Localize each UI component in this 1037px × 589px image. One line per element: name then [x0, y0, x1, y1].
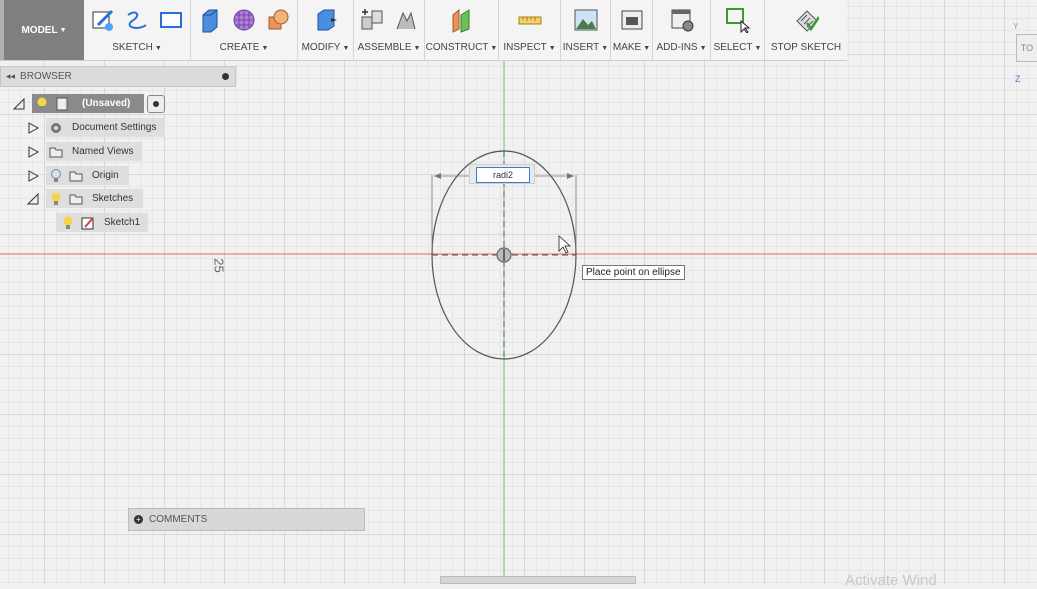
assemble-group[interactable]: ASSEMBLE ▼ — [354, 0, 425, 60]
activate-radio-icon[interactable] — [147, 94, 166, 113]
lightbulb-icon[interactable] — [48, 191, 64, 207]
insert-image-icon[interactable] — [572, 6, 600, 34]
workspace-mode-button[interactable]: MODEL ▼ — [0, 0, 84, 60]
browser-item-sketch1[interactable]: Sketch1 — [56, 213, 149, 232]
insert-group[interactable]: INSERT ▼ — [561, 0, 611, 60]
document-icon — [54, 96, 70, 112]
assemble-label: ASSEMBLE — [357, 42, 412, 53]
rectangle-icon[interactable] — [157, 6, 185, 34]
dimension-arrow-right — [567, 173, 574, 179]
viewcube[interactable]: Y TO Z — [1013, 22, 1037, 84]
stop-sketch-label: STOP SKETCH — [770, 42, 842, 53]
comments-label: COMMENTS — [149, 514, 208, 525]
mode-label: MODEL — [21, 24, 58, 36]
spline-icon[interactable] — [123, 6, 151, 34]
sketch-icon — [80, 215, 96, 231]
sketch-canvas[interactable]: 25 — [0, 0, 1037, 584]
insert-label: INSERT — [562, 42, 600, 53]
document-settings-label: Document Settings — [72, 122, 157, 133]
browser-header[interactable]: ◂◂ BROWSER — [0, 66, 236, 87]
combine-icon[interactable] — [264, 6, 292, 34]
toolbar: MODEL ▼ SKETCH ▼ CREATE ▼ MODIFY ▼ ASSEMBLE ▼ — [0, 0, 847, 61]
named-views-label: Named Views — [72, 146, 134, 157]
select-label: SELECT — [713, 42, 753, 53]
navigation-bar[interactable] — [440, 576, 636, 584]
scripts-icon[interactable] — [668, 6, 696, 34]
viewcube-top-face[interactable]: TO — [1016, 34, 1037, 62]
gear-icon — [48, 120, 64, 136]
folder-icon — [68, 168, 84, 184]
tooltip: Place point on ellipse — [582, 265, 685, 280]
origin-label: Origin — [92, 170, 119, 181]
sketch-label: SKETCH — [112, 42, 153, 53]
press-pull-icon[interactable] — [312, 6, 340, 34]
construct-group[interactable]: CONSTRUCT ▼ — [425, 0, 499, 60]
stop-sketch-icon[interactable] — [792, 6, 820, 34]
make-label: MAKE — [612, 42, 642, 53]
folder-icon — [48, 144, 64, 160]
modify-label: MODIFY — [301, 42, 341, 53]
create-label: CREATE — [219, 42, 260, 53]
z-axis-indicator: Z — [1015, 74, 1021, 84]
sketches-label: Sketches — [92, 193, 134, 204]
browser-item-root[interactable]: (Unsaved) — [12, 94, 166, 113]
dimension-input[interactable]: radi2 — [476, 167, 530, 183]
browser-item-sketches[interactable]: Sketches — [26, 189, 144, 208]
browser-item-origin[interactable]: Origin — [26, 166, 129, 185]
expand-triangle-icon[interactable] — [26, 145, 40, 159]
lightbulb-icon[interactable] — [48, 168, 64, 184]
root-label: (Unsaved) — [82, 98, 131, 109]
inspect-label: INSPECT — [503, 42, 547, 53]
stop-sketch-group[interactable]: STOP SKETCH — [765, 0, 847, 60]
expand-triangle-icon[interactable] — [12, 97, 26, 111]
offset-plane-icon[interactable] — [448, 6, 476, 34]
y-axis-indicator: Y — [1013, 22, 1019, 31]
make-group[interactable]: MAKE ▼ — [611, 0, 653, 60]
sphere-grid-icon[interactable] — [230, 6, 258, 34]
mouse-cursor-icon — [558, 235, 572, 254]
sketch-geometry[interactable] — [0, 0, 1037, 584]
comments-panel[interactable]: + COMMENTS — [128, 508, 365, 531]
browser-title: BROWSER — [20, 71, 72, 82]
expand-triangle-icon[interactable] — [26, 169, 40, 183]
browser-item-document-settings[interactable]: Document Settings — [26, 118, 165, 137]
add-ins-label: ADD-INS — [656, 42, 698, 53]
extrude-box-icon[interactable] — [196, 6, 224, 34]
sketch1-label: Sketch1 — [104, 217, 141, 228]
construct-label: CONSTRUCT — [425, 42, 489, 53]
modify-group[interactable]: MODIFY ▼ — [298, 0, 354, 60]
create-sketch-icon[interactable] — [89, 6, 117, 34]
dimension-arrow-left — [434, 173, 441, 179]
measure-icon[interactable] — [516, 6, 544, 34]
expand-triangle-icon[interactable] — [26, 121, 40, 135]
browser-item-named-views[interactable]: Named Views — [26, 142, 142, 161]
add-comment-icon[interactable]: + — [134, 515, 143, 524]
add-ins-group[interactable]: ADD-INS ▼ — [653, 0, 711, 60]
select-group[interactable]: SELECT ▼ — [711, 0, 765, 60]
new-component-icon[interactable] — [358, 6, 386, 34]
axis-label: 25 — [211, 258, 227, 273]
panel-options-icon[interactable] — [222, 73, 229, 80]
collapse-triangle-icon[interactable] — [26, 192, 40, 206]
inspect-group[interactable]: INSPECT ▼ — [499, 0, 561, 60]
joint-icon[interactable] — [392, 6, 420, 34]
sketch-group[interactable]: SKETCH ▼ — [84, 0, 191, 60]
3d-print-icon[interactable] — [618, 6, 646, 34]
create-group[interactable]: CREATE ▼ — [191, 0, 298, 60]
folder-icon — [68, 191, 84, 207]
lightbulb-icon[interactable] — [60, 215, 76, 231]
select-arrow-icon[interactable] — [724, 6, 752, 34]
collapse-panel-icon[interactable]: ◂◂ — [6, 71, 15, 82]
activation-watermark: Activate Wind — [845, 572, 937, 589]
lightbulb-icon[interactable] — [34, 96, 50, 112]
